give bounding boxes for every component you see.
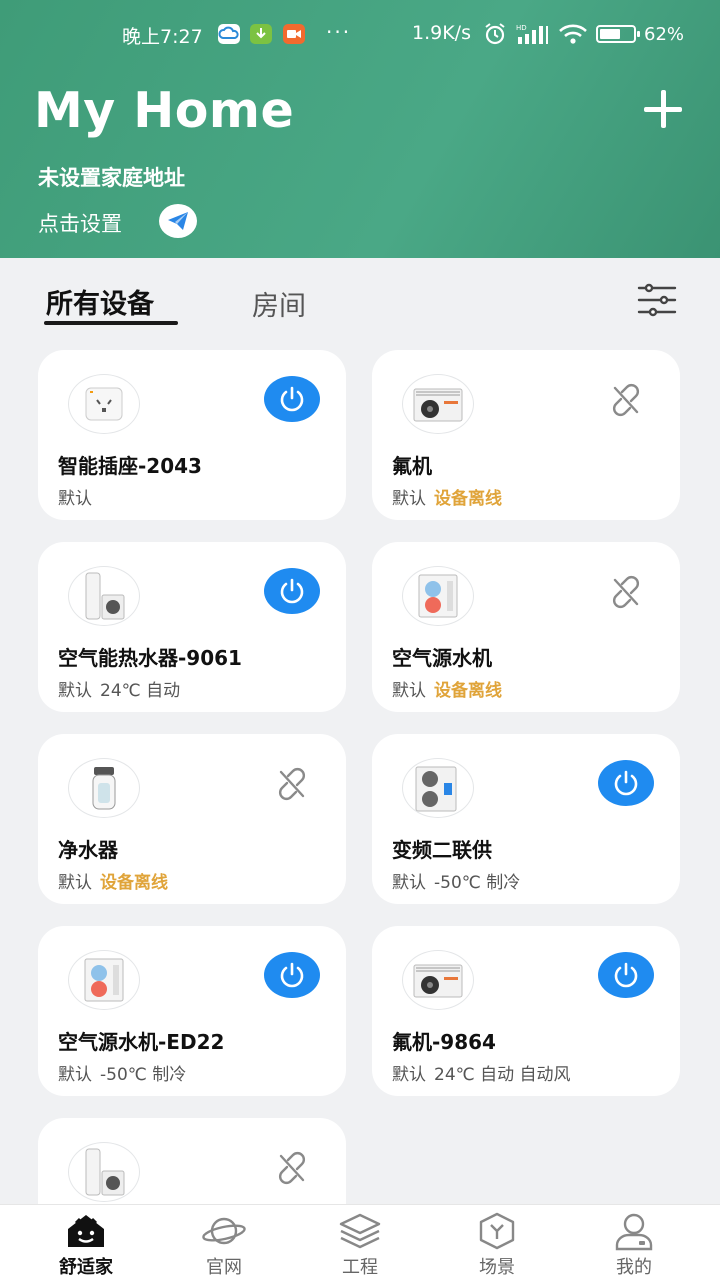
nav-item[interactable]: 场景 (447, 1211, 547, 1280)
device-room: 默认 (58, 873, 92, 893)
offline-badge: 设备离线 (434, 489, 502, 509)
offline-badge: 设备离线 (434, 681, 502, 701)
device-name: 空气源水机 (392, 646, 492, 670)
device-name: 空气能热水器-9061 (58, 646, 242, 670)
ac-outdoor-unit-icon (402, 374, 474, 434)
power-icon[interactable] (598, 952, 654, 998)
power-icon[interactable] (264, 376, 320, 422)
add-device-button[interactable] (640, 86, 686, 132)
unlink-icon (606, 382, 646, 418)
page-title: My Home (34, 82, 295, 139)
device-mode: -50℃ 制冷 (100, 1065, 187, 1085)
video-app-icon (283, 24, 305, 44)
home-header: 晚上7:27 ··· 1.9K/s HD 62% My Home 未设置家庭地址… (0, 0, 720, 258)
home-smile-icon (63, 1211, 109, 1251)
device-card[interactable]: 空气能热水器-9061 默认 24℃ 自动 (38, 542, 346, 712)
unlink-icon (272, 766, 312, 802)
device-room: 默认 (392, 873, 426, 893)
status-bar: 晚上7:27 ··· 1.9K/s HD 62% (0, 0, 720, 48)
power-icon[interactable] (598, 760, 654, 806)
device-mode: 24℃ 自动 自动风 (434, 1065, 571, 1085)
device-name: 变频二联供 (392, 838, 492, 862)
device-name: 氟机 (392, 454, 432, 478)
svg-text:HD: HD (516, 24, 527, 32)
ac-outdoor-unit-icon (402, 950, 474, 1010)
device-room: 默认 (392, 489, 426, 509)
device-room: 默认 (392, 681, 426, 701)
tab-all-devices[interactable]: 所有设备 (46, 282, 154, 321)
device-card[interactable]: 空气源水机默认 设备离线 (372, 542, 680, 712)
air-source-unit-icon (68, 950, 140, 1010)
inverter-unit-icon (402, 758, 474, 818)
device-room: 默认 (58, 1065, 92, 1085)
device-tabs: 所有设备 房间 (0, 258, 720, 338)
unlink-icon (272, 1150, 312, 1186)
device-name: 智能插座-2043 (58, 454, 202, 478)
device-status-line: 默认 -50℃ 制冷 (392, 868, 520, 893)
nav-label: 官网 (206, 1257, 242, 1278)
device-card[interactable]: 智能插座-2043 默认 (38, 350, 346, 520)
battery-icon (596, 25, 640, 43)
network-speed: 1.9K/s (412, 22, 471, 44)
device-card[interactable]: 氟机-9864 默认 24℃ 自动 自动风 (372, 926, 680, 1096)
power-icon[interactable] (264, 952, 320, 998)
planet-icon (201, 1211, 247, 1251)
device-card[interactable]: 变频二联供默认 -50℃ 制冷 (372, 734, 680, 904)
bottom-navigation: 舒适家 官网 工程 场景 我的 (0, 1204, 720, 1280)
layers-icon (337, 1211, 383, 1251)
device-status-line: 默认 设备离线 (392, 676, 502, 701)
device-mode: 24℃ 自动 (100, 681, 181, 701)
tab-active-indicator (44, 321, 178, 325)
nav-item[interactable]: 工程 (310, 1211, 410, 1280)
user-icon (611, 1211, 657, 1251)
heat-pump-water-heater-icon (68, 566, 140, 626)
device-name: 氟机-9864 (392, 1030, 496, 1054)
status-time: 晚上7:27 (122, 26, 203, 48)
nav-item[interactable]: 官网 (174, 1211, 274, 1280)
nav-label: 我的 (616, 1257, 652, 1278)
nav-item[interactable]: 我的 (584, 1211, 684, 1280)
device-status-line: 默认 24℃ 自动 自动风 (392, 1060, 571, 1085)
send-icon[interactable] (159, 204, 197, 238)
device-status-line: 默认 设备离线 (392, 484, 502, 509)
nav-label: 舒适家 (59, 1257, 113, 1278)
nav-item[interactable]: 舒适家 (36, 1211, 136, 1280)
air-source-unit-icon (402, 566, 474, 626)
device-status-line: 默认 -50℃ 制冷 (58, 1060, 186, 1085)
device-card[interactable]: 空气源水机-ED22 默认 -50℃ 制冷 (38, 926, 346, 1096)
status-right-icons: HD 62% (482, 22, 684, 46)
device-card[interactable]: 净水器默认 设备离线 (38, 734, 346, 904)
status-more-dots: ··· (326, 20, 352, 44)
device-name: 空气源水机-ED22 (58, 1030, 225, 1054)
nav-label: 场景 (479, 1257, 515, 1278)
wifi-icon (559, 24, 587, 44)
device-room: 默认 (58, 489, 92, 509)
device-name: 净水器 (58, 838, 118, 862)
download-app-icon (250, 24, 272, 44)
device-status-line: 默认 24℃ 自动 (58, 676, 180, 701)
water-purifier-icon (68, 758, 140, 818)
nav-label: 工程 (342, 1257, 378, 1278)
cube-icon (474, 1211, 520, 1251)
power-icon[interactable] (264, 568, 320, 614)
device-room: 默认 (392, 1065, 426, 1085)
battery-percent: 62% (644, 23, 685, 45)
offline-badge: 设备离线 (100, 873, 168, 893)
device-status-line: 默认 设备离线 (58, 868, 168, 893)
filter-icon[interactable] (636, 282, 678, 318)
unlink-icon (606, 574, 646, 610)
signal-icon: HD (516, 24, 548, 44)
device-card[interactable]: 氟机默认 设备离线 (372, 350, 680, 520)
tab-rooms[interactable]: 房间 (252, 284, 306, 323)
device-room: 默认 (58, 681, 92, 701)
heat-pump-water-heater-icon (68, 1142, 140, 1202)
device-status-line: 默认 (58, 484, 92, 509)
cloud-app-icon (218, 24, 240, 44)
home-address: 未设置家庭地址 (38, 166, 185, 190)
setup-address-link[interactable]: 点击设置 (38, 208, 122, 238)
alarm-icon (485, 23, 505, 45)
smart-socket-icon (68, 374, 140, 434)
device-mode: -50℃ 制冷 (434, 873, 521, 893)
